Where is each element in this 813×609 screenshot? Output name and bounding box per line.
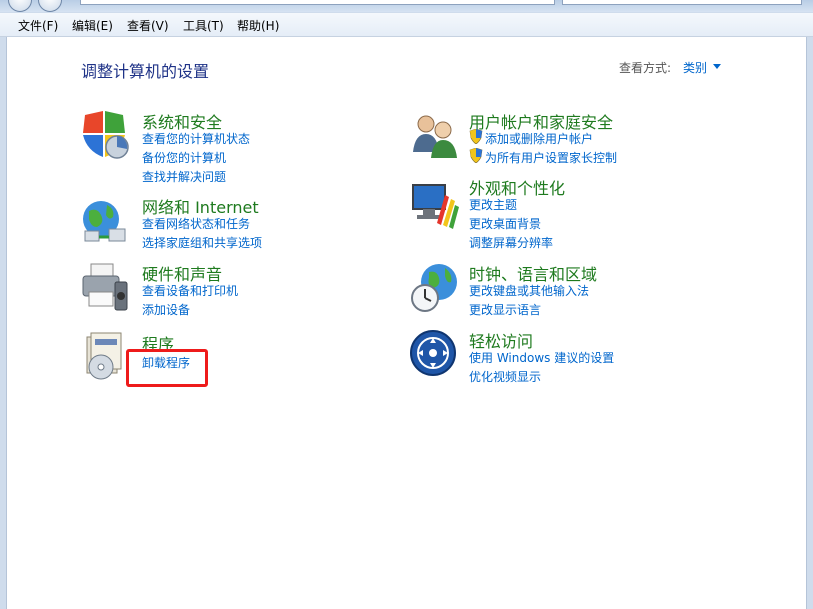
uac-shield-icon [469, 129, 483, 144]
menu-view[interactable]: 查看(V) [127, 17, 169, 34]
menu-edit[interactable]: 编辑(E) [72, 17, 113, 34]
link-view-network-status[interactable]: 查看网络状态和任务 [142, 215, 250, 232]
ease-of-access-icon[interactable] [409, 329, 461, 381]
back-button[interactable] [8, 0, 32, 12]
link-screen-resolution[interactable]: 调整屏幕分辨率 [469, 234, 553, 251]
menu-file[interactable]: 文件(F) [18, 17, 58, 34]
address-bar[interactable] [80, 0, 613, 5]
uac-shield-icon [469, 148, 483, 163]
users-icon[interactable] [409, 110, 461, 162]
shield-icon[interactable] [79, 109, 131, 161]
link-change-display-language[interactable]: 更改显示语言 [469, 301, 541, 318]
link-change-input-method[interactable]: 更改键盘或其他输入法 [469, 282, 589, 299]
link-add-remove-accounts[interactable]: 添加或删除用户帐户 [485, 130, 593, 147]
view-by-dropdown[interactable]: 类别 [683, 59, 707, 76]
link-add-device[interactable]: 添加设备 [142, 301, 190, 318]
link-view-computer-status[interactable]: 查看您的计算机状态 [142, 130, 250, 147]
clock-globe-icon[interactable] [409, 262, 461, 314]
control-panel-content: 调整计算机的设置 查看方式: 类别 系统和安全 查看您的计算机状态 备份您的计算… [6, 37, 807, 609]
link-change-background[interactable]: 更改桌面背景 [469, 215, 541, 232]
page-title: 调整计算机的设置 [81, 62, 210, 81]
link-troubleshoot[interactable]: 查找并解决问题 [142, 168, 226, 185]
menu-bar: 文件(F) 编辑(E) 查看(V) 工具(T) 帮助(H) [0, 13, 813, 37]
link-parental-controls[interactable]: 为所有用户设置家长控制 [485, 149, 617, 166]
network-globe-icon[interactable] [79, 197, 131, 249]
highlight-box [126, 349, 208, 387]
programs-icon[interactable] [79, 331, 131, 383]
menu-tools[interactable]: 工具(T) [183, 17, 224, 34]
link-optimize-visual-display[interactable]: 优化视频显示 [469, 368, 541, 385]
printer-icon[interactable] [79, 262, 131, 314]
link-homegroup-sharing[interactable]: 选择家庭组和共享选项 [142, 234, 262, 251]
view-by-label: 查看方式: [619, 61, 672, 75]
link-windows-recommended-settings[interactable]: 使用 Windows 建议的设置 [469, 349, 614, 366]
window-frame: 文件(F) 编辑(E) 查看(V) 工具(T) 帮助(H) 调整计算机的设置 查… [0, 0, 813, 609]
menu-help[interactable]: 帮助(H) [237, 17, 279, 34]
link-change-theme[interactable]: 更改主题 [469, 196, 517, 213]
appearance-icon[interactable] [409, 179, 461, 231]
forward-button[interactable] [38, 0, 62, 12]
search-input[interactable] [562, 0, 802, 5]
link-devices-printers[interactable]: 查看设备和打印机 [142, 282, 238, 299]
address-toolbar [0, 0, 813, 12]
link-backup-computer[interactable]: 备份您的计算机 [142, 149, 226, 166]
chevron-down-icon[interactable] [713, 64, 721, 69]
